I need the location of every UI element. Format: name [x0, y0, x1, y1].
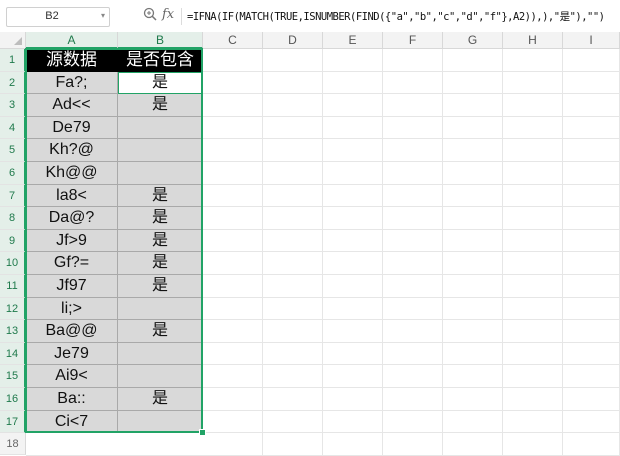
row-number: 3: [8, 99, 16, 112]
cell-source-data[interactable]: Ba@@: [26, 320, 118, 343]
fill-handle[interactable]: [199, 429, 206, 436]
row-header[interactable]: 9: [0, 229, 26, 253]
cell-contains-result[interactable]: [118, 410, 203, 434]
row-number: 9: [8, 234, 16, 247]
cell-contains-result[interactable]: 是: [118, 320, 203, 343]
cell-source-data[interactable]: Jf97: [26, 275, 118, 298]
cell-contains-result[interactable]: 是: [118, 207, 203, 230]
row-number: 4: [8, 121, 16, 134]
row-number: 8: [8, 212, 16, 225]
cell-contains-result[interactable]: [118, 139, 203, 162]
chevron-down-icon[interactable]: ▾: [101, 11, 105, 20]
row-header[interactable]: 16: [0, 388, 26, 411]
row-header[interactable]: 13: [0, 320, 26, 343]
row-header[interactable]: 8: [0, 207, 26, 230]
cell-source-data[interactable]: Je79: [26, 342, 118, 366]
cell-source-data[interactable]: Ai9<: [26, 365, 118, 388]
cell-source-data[interactable]: Gf?=: [26, 252, 118, 275]
row-header[interactable]: 14: [0, 342, 26, 366]
row-number: 15: [5, 370, 19, 383]
cell-contains-result[interactable]: [118, 342, 203, 366]
row-header[interactable]: 6: [0, 162, 26, 185]
cell-source-data[interactable]: Ba::: [26, 388, 118, 411]
row-header[interactable]: 11: [0, 275, 26, 298]
formula-bar: B2 ▾ fx =IFNA(IF(MATCH(TRUE,ISNUMBER(FIN…: [0, 0, 620, 33]
row-number: 11: [6, 280, 18, 292]
row-header[interactable]: 15: [0, 365, 26, 388]
cell-source-data[interactable]: Da@?: [26, 207, 118, 230]
cell-source-data[interactable]: Kh@@: [26, 162, 118, 185]
cell-source-data[interactable]: Ad<<: [26, 94, 118, 117]
zoom-icon[interactable]: [143, 7, 157, 24]
row-number: 12: [5, 302, 19, 315]
column-header-a[interactable]: A: [26, 32, 118, 49]
column-header-d[interactable]: D: [263, 32, 323, 49]
header-cell-source[interactable]: 源数据: [26, 49, 118, 72]
column-header-b[interactable]: B: [118, 32, 203, 49]
column-header-e[interactable]: E: [323, 32, 383, 49]
fx-button[interactable]: fx: [162, 7, 174, 22]
name-box[interactable]: B2 ▾: [6, 7, 110, 27]
row-header[interactable]: 7: [0, 184, 26, 208]
row-number: 7: [8, 189, 16, 202]
cell-source-data[interactable]: la8<: [26, 184, 118, 208]
column-header-g[interactable]: G: [443, 32, 503, 49]
row-header[interactable]: 3: [0, 94, 26, 117]
cell-source-data[interactable]: Jf>9: [26, 229, 118, 253]
cell-contains-result[interactable]: [118, 162, 203, 185]
column-header-f[interactable]: F: [383, 32, 443, 49]
row-header[interactable]: 2: [0, 71, 26, 95]
row-header[interactable]: 10: [0, 252, 26, 275]
cell-contains-result[interactable]: 是: [118, 252, 203, 275]
column-header-i[interactable]: I: [563, 32, 620, 49]
divider: [181, 8, 182, 25]
cell-source-data[interactable]: li;>: [26, 297, 118, 321]
row-header[interactable]: 18: [0, 433, 26, 455]
row-number: 18: [6, 438, 19, 451]
name-box-value: B2: [45, 10, 59, 22]
row-header[interactable]: 4: [0, 116, 26, 140]
cell-source-data[interactable]: Ci<7: [26, 410, 118, 434]
select-all-corner[interactable]: [0, 32, 26, 49]
cell-contains-result[interactable]: 是: [118, 184, 203, 208]
cell-contains-result[interactable]: 是: [118, 388, 203, 411]
formula-input[interactable]: =IFNA(IF(MATCH(TRUE,ISNUMBER(FIND({"a","…: [187, 9, 605, 24]
cell-source-data[interactable]: Kh?@: [26, 139, 118, 162]
row-header[interactable]: 5: [0, 139, 26, 162]
row-number: 17: [5, 415, 19, 428]
cell-source-data[interactable]: Fa?;: [26, 71, 118, 95]
header-cell-contains[interactable]: 是否包含: [118, 49, 203, 72]
row-header[interactable]: 1: [0, 49, 26, 72]
cell-contains-result[interactable]: [118, 116, 203, 140]
cell-contains-result[interactable]: 是: [118, 94, 203, 117]
row-number: 1: [8, 54, 16, 66]
row-number: 16: [5, 393, 19, 405]
cell-contains-result[interactable]: [118, 365, 203, 388]
cell-contains-result[interactable]: 是: [118, 71, 203, 95]
row-number: 5: [8, 144, 16, 157]
column-header-h[interactable]: H: [503, 32, 563, 49]
row-number: 10: [5, 257, 19, 270]
row-number: 14: [5, 347, 19, 360]
cell-contains-result[interactable]: 是: [118, 229, 203, 253]
row-number: 2: [8, 76, 16, 89]
row-number: 6: [8, 167, 16, 179]
column-header-c[interactable]: C: [203, 32, 263, 49]
row-number: 13: [5, 325, 19, 338]
cell-contains-result[interactable]: [118, 297, 203, 321]
cell-contains-result[interactable]: 是: [118, 275, 203, 298]
cell-source-data[interactable]: De79: [26, 116, 118, 140]
row-header[interactable]: 17: [0, 410, 26, 434]
row-header[interactable]: 12: [0, 297, 26, 321]
